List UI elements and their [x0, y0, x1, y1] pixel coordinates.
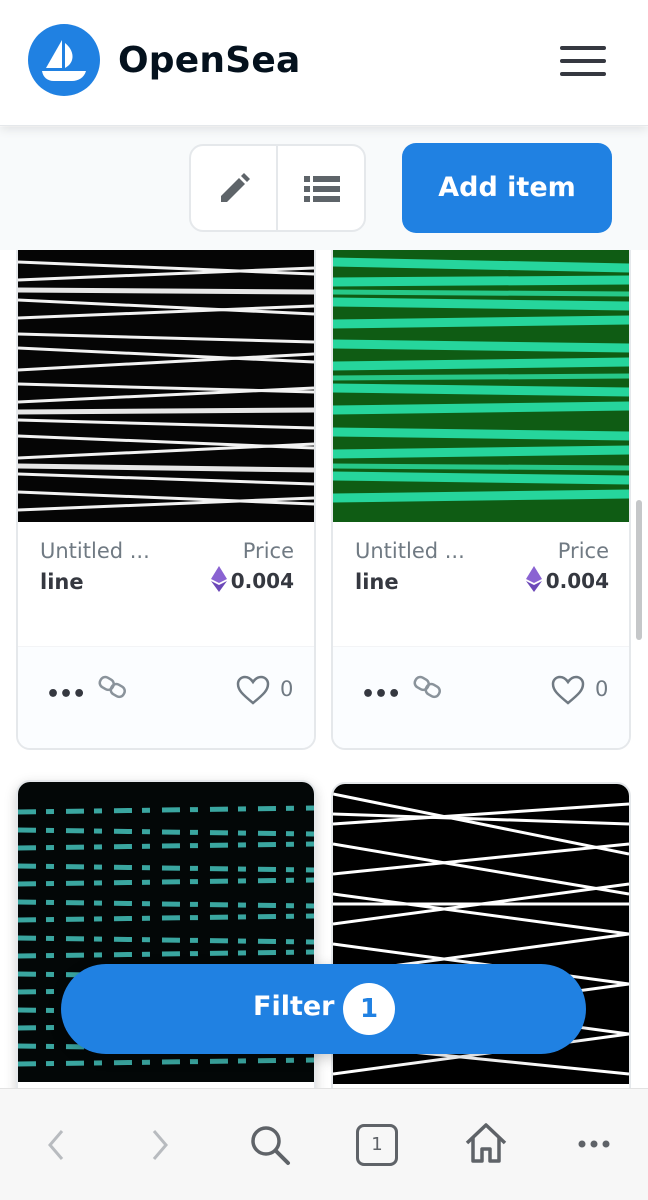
nft-card[interactable]: Untitled ... Price line 0.004 ••• 0 — [16, 250, 316, 750]
brand-name[interactable]: OpenSea — [118, 40, 300, 81]
collection-name[interactable]: Untitled ... — [355, 539, 465, 563]
heart-icon[interactable] — [236, 675, 270, 705]
card-info: Untitled ... Price line 0.004 — [333, 522, 629, 646]
search-icon[interactable] — [248, 1123, 292, 1167]
pencil-icon — [221, 173, 250, 202]
price-label: Price — [242, 539, 294, 563]
card-info: Untitled ... Price line 0.004 — [18, 522, 314, 646]
add-item-button[interactable]: Add item — [402, 143, 612, 233]
item-price: 0.004 — [210, 566, 294, 594]
heart-icon[interactable] — [551, 675, 585, 705]
ethereum-icon — [525, 566, 542, 592]
hamburger-icon[interactable] — [560, 44, 606, 78]
filter-label: Filter — [253, 991, 335, 1022]
link-icon[interactable] — [413, 675, 443, 699]
like-count: 0 — [595, 677, 609, 701]
ethereum-icon — [210, 566, 227, 592]
price-value: 0.004 — [545, 569, 609, 593]
price-label: Price — [557, 539, 609, 563]
item-name[interactable]: line — [40, 570, 84, 594]
scrollbar[interactable] — [636, 500, 642, 640]
more-options-icon[interactable]: ••• — [46, 682, 86, 707]
card-footer: ••• 0 — [333, 646, 629, 748]
home-icon[interactable] — [463, 1121, 509, 1165]
list-view-button[interactable] — [278, 146, 364, 230]
nft-image[interactable] — [18, 250, 314, 522]
filter-button[interactable]: Filter 1 — [61, 964, 586, 1054]
collection-name[interactable]: Untitled ... — [40, 539, 150, 563]
item-grid: Untitled ... Price line 0.004 ••• 0 Unti… — [0, 250, 648, 1088]
opensea-boat-icon — [42, 40, 86, 81]
filter-count-badge: 1 — [343, 983, 395, 1035]
toolbar: Add item — [0, 127, 648, 250]
item-price: 0.004 — [525, 566, 609, 594]
price-value: 0.004 — [230, 569, 294, 593]
nft-card[interactable]: Untitled ... Price line 0.004 ••• 0 — [331, 250, 631, 750]
opensea-logo[interactable] — [28, 24, 100, 96]
card-footer: ••• 0 — [18, 646, 314, 748]
app-header: OpenSea — [0, 0, 648, 126]
list-view-icon — [304, 176, 340, 202]
browser-toolbar: 1 — [0, 1088, 648, 1200]
tabs-count-button[interactable]: 1 — [356, 1124, 398, 1166]
more-options-icon[interactable]: ••• — [361, 682, 401, 707]
edit-button[interactable] — [191, 146, 278, 230]
view-toggle-group — [189, 144, 366, 232]
more-icon[interactable] — [578, 1139, 610, 1149]
forward-arrow-icon[interactable] — [148, 1127, 172, 1163]
like-count: 0 — [280, 677, 294, 701]
item-name[interactable]: line — [355, 570, 399, 594]
nft-image[interactable] — [333, 250, 629, 522]
link-icon[interactable] — [98, 675, 128, 699]
back-arrow-icon[interactable] — [44, 1127, 68, 1163]
